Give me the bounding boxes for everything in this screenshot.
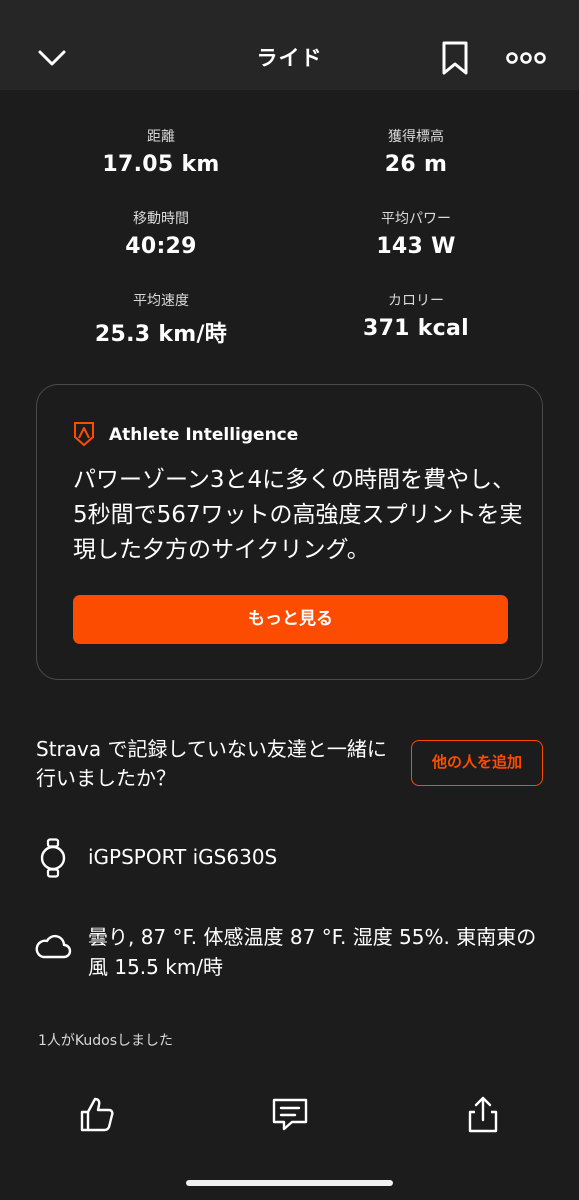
stat-label: 距離 (147, 129, 175, 145)
stat-value: 40:29 (125, 234, 197, 259)
friends-prompt: Strava で記録していない友達と一緒に行いましたか？ (36, 737, 387, 790)
add-others-button[interactable]: 他の人を追加 (411, 740, 543, 786)
athlete-intelligence-summary: パワーゾーン3と4に多くの時間を費やし、5秒間で567ワットの高強度スプリントを… (73, 467, 523, 563)
comment-icon[interactable] (270, 1094, 310, 1134)
stat-value: 26 m (384, 152, 448, 177)
athlete-intelligence-icon (74, 422, 94, 447)
stat-label: 平均速度 (133, 293, 189, 309)
stat-elevation: 獲得標高 26 m (286, 126, 546, 177)
cloud-icon (35, 934, 72, 959)
stat-avg-speed: 平均速度 25.3 km/時 (31, 290, 291, 348)
device-name: iGPSPORT iGS630S (88, 845, 278, 869)
stat-label: 平均パワー (381, 211, 451, 227)
weather-info: 曇り, 87 °F. 体感温度 87 °F. 湿度 55%. 東南東の風 15.… (88, 925, 537, 979)
bookmark-icon[interactable] (440, 40, 470, 76)
activity-detail-page: ライド 距離 17.05 km 獲得標高 26 m 移動時間 40:29 平均パ… (0, 0, 579, 1200)
stat-value: 17.05 km (102, 152, 220, 177)
kudos-count[interactable]: 1人がKudosしました (38, 1030, 173, 1050)
see-more-button[interactable]: もっと見る (73, 595, 508, 644)
header-bar: ライド (0, 0, 579, 90)
stat-value: 25.3 km/時 (94, 322, 228, 347)
watch-icon (40, 838, 66, 878)
stat-value: 371 kcal (362, 316, 470, 341)
stat-value: 143 W (376, 234, 456, 259)
stat-label: 獲得標高 (388, 129, 444, 145)
stat-label: 移動時間 (133, 211, 189, 227)
stat-label: カロリー (388, 293, 444, 309)
more-horizontal-icon[interactable] (506, 48, 546, 68)
thumbs-up-icon[interactable] (77, 1094, 117, 1134)
stat-moving-time: 移動時間 40:29 (31, 208, 291, 259)
share-icon[interactable] (463, 1094, 503, 1134)
athlete-intelligence-title: Athlete Intelligence (109, 425, 299, 445)
stat-avg-power: 平均パワー 143 W (286, 208, 546, 259)
stat-calories: カロリー 371 kcal (286, 290, 546, 341)
home-indicator[interactable] (186, 1180, 393, 1186)
athlete-intelligence-card: Athlete Intelligence パワーゾーン3と4に多くの時間を費やし… (36, 384, 543, 680)
page-title: ライド (256, 46, 323, 70)
stat-distance: 距離 17.05 km (31, 126, 291, 177)
